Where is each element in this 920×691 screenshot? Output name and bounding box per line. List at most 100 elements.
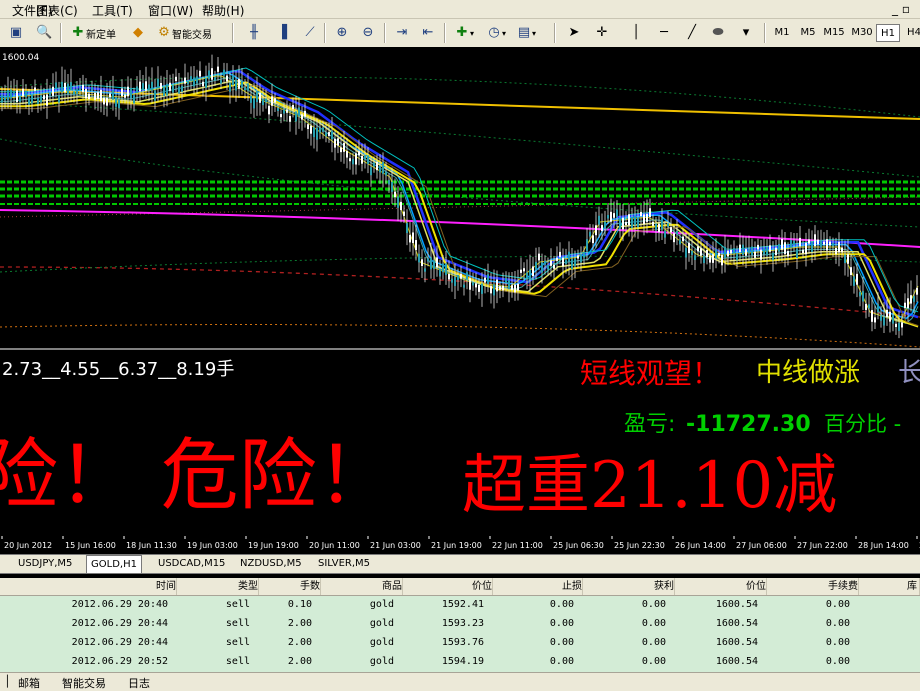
- tab-gold-h1[interactable]: GOLD,H1: [86, 555, 142, 573]
- cell-commission: 0.00: [825, 637, 850, 648]
- long-term-signal: 长: [898, 358, 920, 388]
- crosshair-button[interactable]: ✛: [594, 23, 610, 43]
- overweight-warning: 超重21.10减: [462, 449, 837, 523]
- date-tick-label: 18 Jun 11:30: [126, 541, 177, 550]
- toolbar: ▣ 🔍 ✚ 新定单 ◆ ⚙ 智能交易 ╫ ▐ ⟋ ⊕ ⊖ ⇥ ⇤ ✚ ▾ ◷ ▾ ▤ ▾ …: [0, 19, 920, 48]
- tab-mailbox[interactable]: 邮箱: [18, 675, 40, 691]
- cell-stoploss: 0.00: [549, 618, 574, 629]
- cell-time: 2012.06.29 20:52: [71, 656, 168, 667]
- cell-price: 1592.41: [441, 599, 484, 610]
- col-stoploss[interactable]: 止损: [492, 578, 583, 595]
- line-chart-button[interactable]: ⟋: [302, 23, 318, 43]
- cell-current-price: 1600.54: [715, 637, 758, 648]
- cell-stoploss: 0.00: [549, 599, 574, 610]
- candle-chart-icon: ▐: [277, 25, 287, 40]
- cell-commission: 0.00: [825, 656, 850, 667]
- trendline-button[interactable]: ╱: [684, 23, 700, 43]
- table-row[interactable]: 2012.06.29 20:40 sell 0.10 gold 1592.41 0.00 0…: [0, 596, 920, 616]
- text-tool-button[interactable]: ▾: [738, 23, 754, 43]
- col-swap[interactable]: 库: [858, 578, 920, 595]
- line-chart-icon: ⟋: [305, 25, 315, 40]
- col-price[interactable]: 价位: [402, 578, 493, 595]
- cell-type: sell: [225, 618, 250, 629]
- cursor-icon: ➤: [568, 25, 580, 40]
- date-tick-label: 21 Jun 19:00: [431, 541, 482, 550]
- tab-silver-m5[interactable]: SILVER,M5: [314, 557, 374, 571]
- col-commission[interactable]: 手续费: [766, 578, 859, 595]
- tab-experts[interactable]: 智能交易: [62, 675, 106, 691]
- terminal-tabs: │ 邮箱 智能交易 日志: [0, 672, 920, 691]
- cell-time: 2012.06.29 20:44: [71, 637, 168, 648]
- cell-commission: 0.00: [825, 599, 850, 610]
- tab-journal[interactable]: 日志: [128, 675, 150, 691]
- cell-type: sell: [225, 656, 250, 667]
- date-tick-label: 26 Jun 14:00: [675, 541, 726, 550]
- vertical-line-button[interactable]: │: [628, 23, 644, 43]
- zoom-in-button[interactable]: ⊕: [334, 23, 350, 43]
- new-order-button[interactable]: ✚ 新定单: [70, 23, 116, 43]
- indicators-button[interactable]: ✚ ▾: [454, 23, 474, 43]
- date-tick-label: 25 Jun 22:30: [614, 541, 665, 550]
- candle-chart-button[interactable]: ▐: [274, 23, 290, 43]
- col-time[interactable]: 时间: [0, 578, 177, 595]
- periods-button[interactable]: ◷ ▾: [486, 23, 506, 43]
- date-tick-label: 19 Jun 03:00: [187, 541, 238, 550]
- horizontal-line-button[interactable]: ─: [656, 23, 672, 43]
- col-type[interactable]: 类型: [176, 578, 259, 595]
- col-symbol[interactable]: 商品: [320, 578, 403, 595]
- date-tick-label: 28 Jun 14:00: [858, 541, 909, 550]
- cell-lots: 2.00: [287, 656, 312, 667]
- col-lots[interactable]: 手数: [258, 578, 321, 595]
- timeframe-m15[interactable]: M15: [822, 24, 846, 42]
- col-current-price[interactable]: 价位: [674, 578, 767, 595]
- tab-usdcad-m15[interactable]: USDCAD,M15: [154, 557, 229, 571]
- menu-tools[interactable]: 工具(T): [92, 2, 133, 19]
- timeframe-m1[interactable]: M1: [770, 24, 794, 42]
- templates-button[interactable]: ▤ ▾: [516, 23, 536, 43]
- zoom-window-icon[interactable]: 🔍: [36, 23, 52, 43]
- expert-advisor-button[interactable]: ⚙ 智能交易: [156, 23, 212, 43]
- orders-table-header: 时间 类型 手数 商品 价位 止损 获利 价位 手续费 库: [0, 578, 920, 596]
- price-chart[interactable]: 1600.04 2.73__4.55__6.37__8.19手 短线观望！ 中线…: [0, 47, 920, 536]
- auto-scroll-button[interactable]: ⇥: [394, 23, 410, 43]
- cell-type: sell: [225, 637, 250, 648]
- table-row[interactable]: 2012.06.29 20:52 sell 2.00 gold 1594.19 0.00 0…: [0, 653, 920, 673]
- tab-usdjpy-m5[interactable]: USDJPY,M5: [14, 557, 76, 571]
- date-tick-label: 27 Jun 22:00: [797, 541, 848, 550]
- cell-lots: 0.10: [287, 599, 312, 610]
- pnl-value: -11727.30: [686, 412, 811, 437]
- cell-symbol: gold: [369, 656, 394, 667]
- tab-nzdusd-m5[interactable]: NZDUSD,M5: [236, 557, 306, 571]
- chart-window-icon[interactable]: ▣: [8, 23, 24, 43]
- shapes-button[interactable]: ⬬: [710, 23, 726, 43]
- minimize-icon[interactable]: _ ▫: [892, 2, 910, 16]
- menu-chart[interactable]: 图表(C): [36, 2, 78, 19]
- menu-window[interactable]: 窗口(W): [148, 2, 193, 19]
- crosshair-icon: ✛: [596, 25, 608, 40]
- zoom-out-button[interactable]: ⊖: [360, 23, 376, 43]
- pnl-label: 盈亏:: [624, 412, 675, 437]
- expert-icon: ⚙: [158, 25, 170, 40]
- experts-toggle-button[interactable]: ◆: [130, 23, 146, 43]
- table-row[interactable]: 2012.06.29 20:44 sell 2.00 gold 1593.76 0.00 0…: [0, 634, 920, 654]
- date-tick-label: 27 Jun 06:00: [736, 541, 787, 550]
- menu-help[interactable]: 帮助(H): [202, 2, 244, 19]
- chart-shift-button[interactable]: ⇤: [420, 23, 436, 43]
- col-takeprofit[interactable]: 获利: [582, 578, 675, 595]
- cell-price: 1593.23: [441, 618, 484, 629]
- table-row[interactable]: 2012.06.29 20:44 sell 2.00 gold 1593.23 0.00 0…: [0, 615, 920, 635]
- cell-price: 1594.19: [441, 656, 484, 667]
- bar-chart-button[interactable]: ╫: [246, 23, 262, 43]
- cell-takeprofit: 0.00: [641, 637, 666, 648]
- timeframe-m30[interactable]: M30: [850, 24, 874, 42]
- timeframe-h1[interactable]: H1: [876, 24, 900, 42]
- cell-takeprofit: 0.00: [641, 618, 666, 629]
- cell-lots: 2.00: [287, 637, 312, 648]
- auto-scroll-icon: ⇥: [396, 25, 408, 40]
- chart-shift-icon: ⇤: [422, 25, 434, 40]
- cursor-button[interactable]: ➤: [566, 23, 582, 43]
- expert-label: 智能交易: [172, 29, 212, 41]
- timeframe-h4[interactable]: H4: [902, 24, 920, 42]
- timeframe-m5[interactable]: M5: [796, 24, 820, 42]
- cell-symbol: gold: [369, 618, 394, 629]
